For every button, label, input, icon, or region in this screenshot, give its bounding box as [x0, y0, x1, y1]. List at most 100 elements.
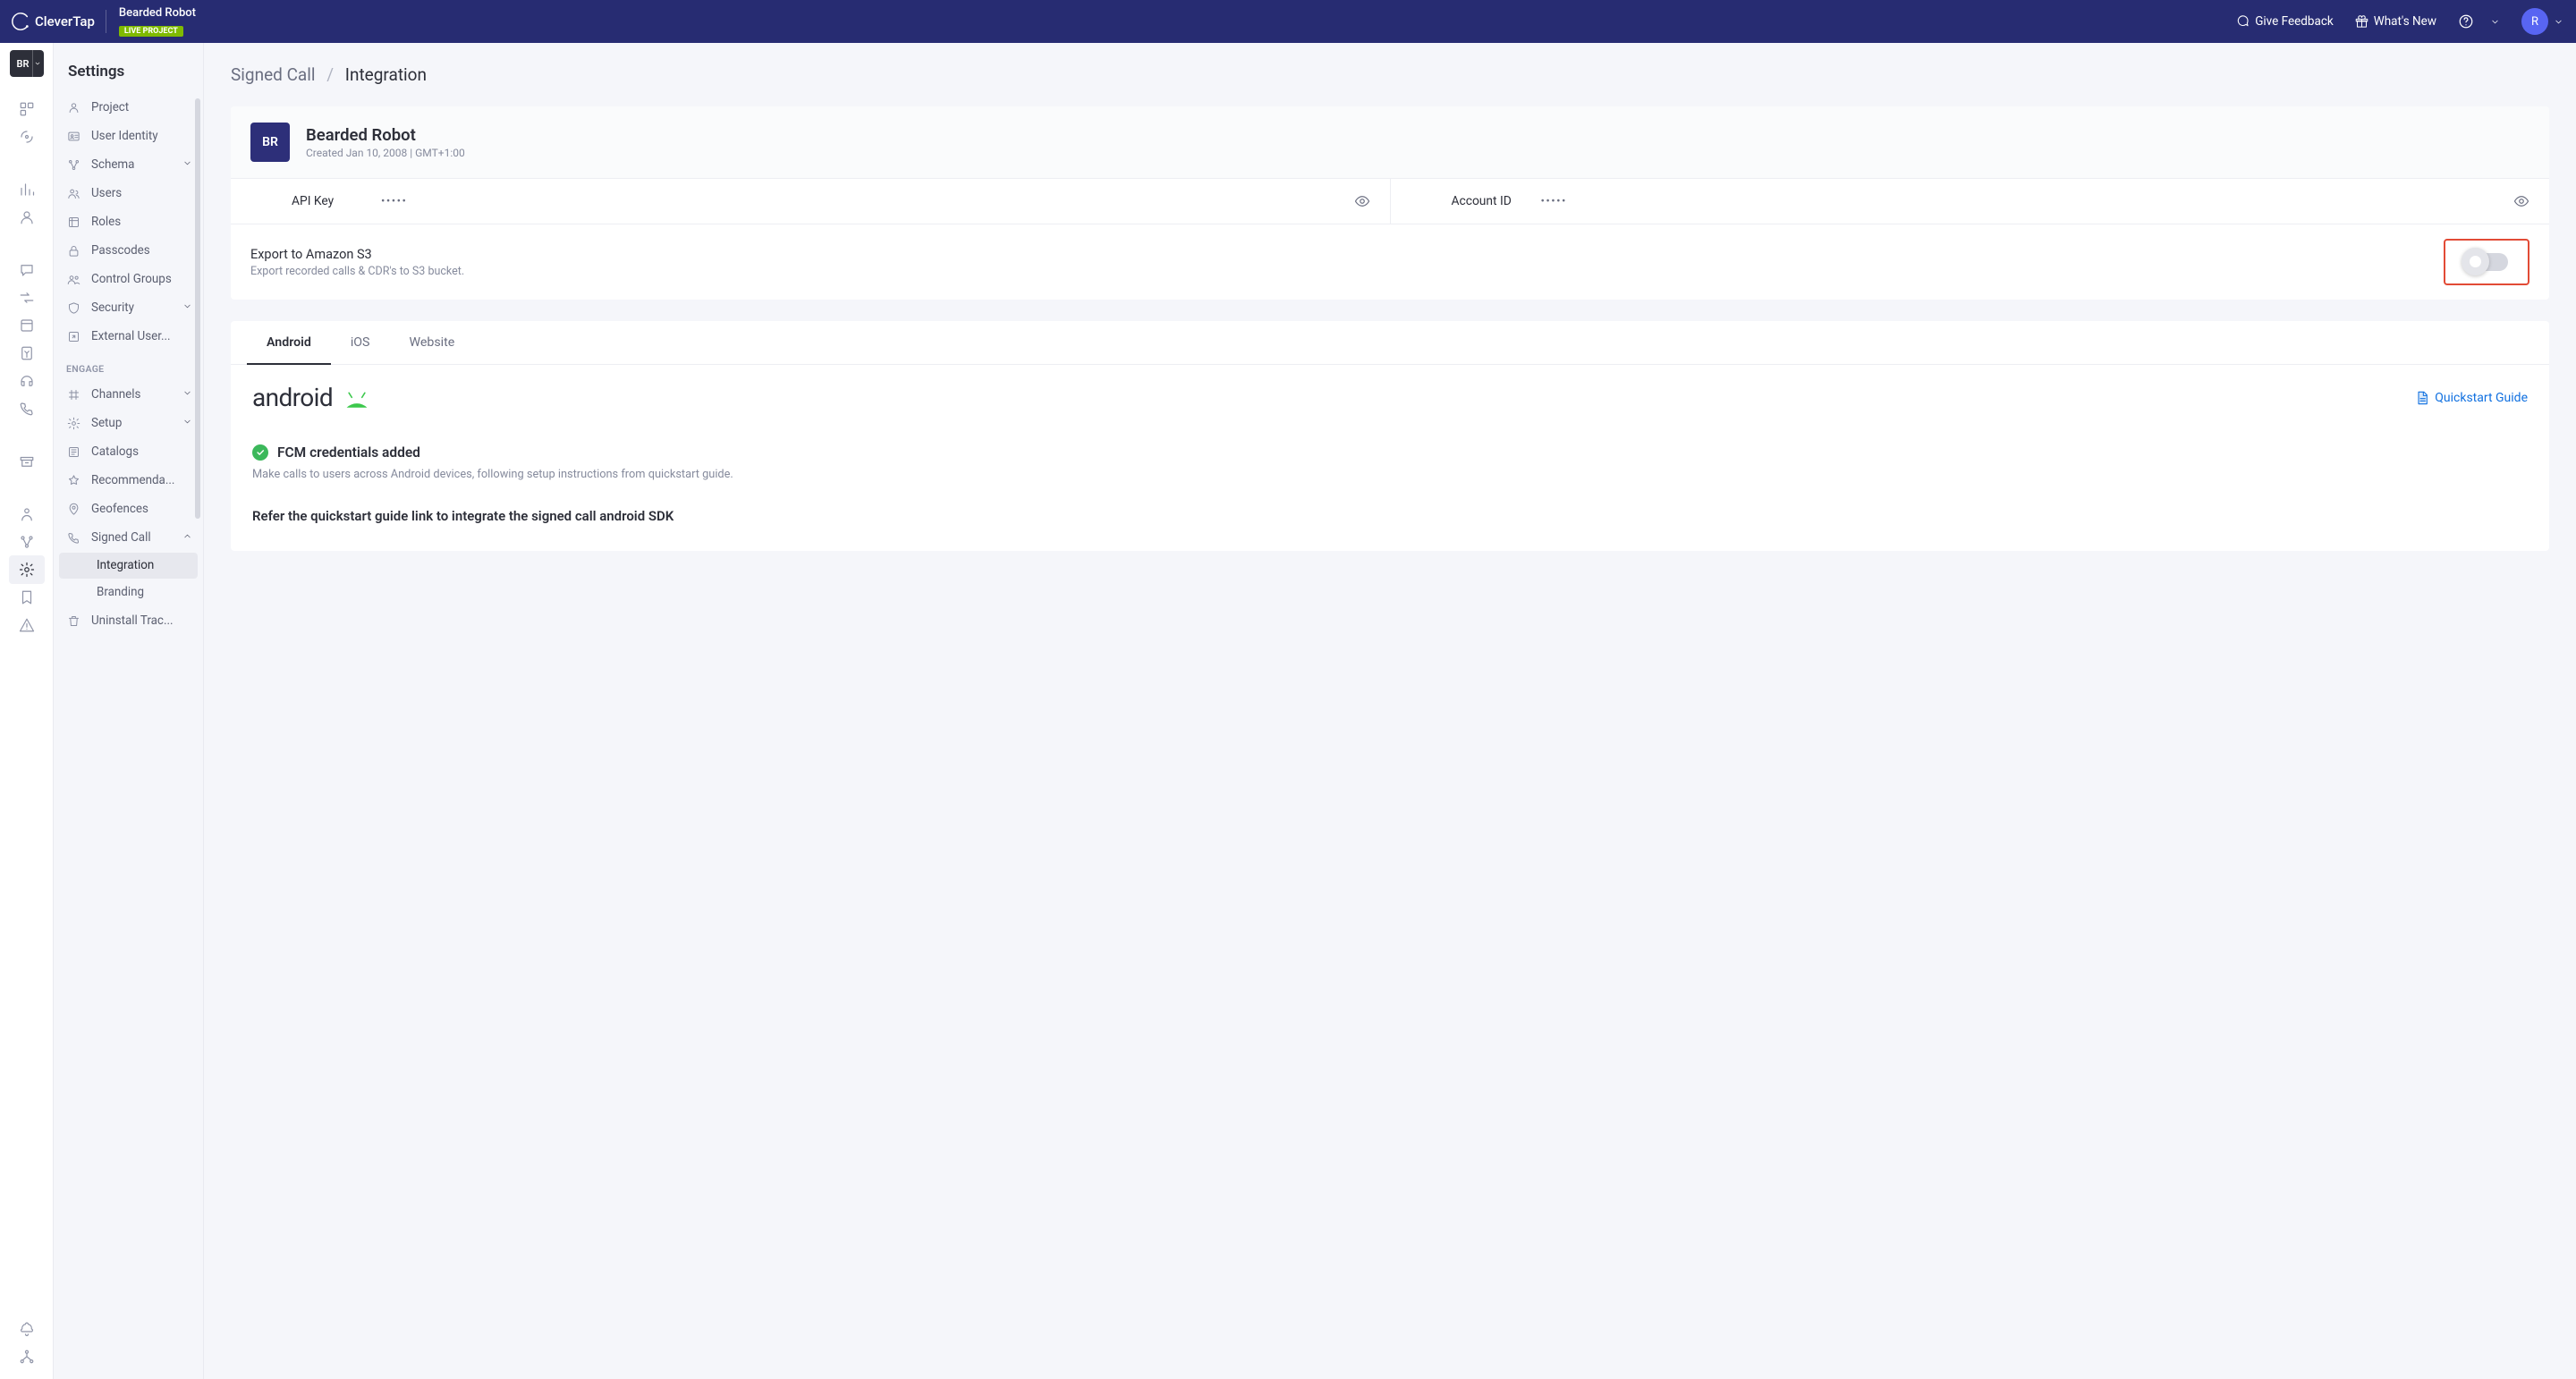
shield-icon — [66, 300, 80, 315]
api-key-label: API Key — [292, 194, 381, 208]
project-avatar: BR — [250, 123, 290, 162]
sidebar-item-uninstall[interactable]: Uninstall Trac... — [54, 606, 203, 635]
sidebar-section-engage: ENGAGE — [54, 351, 203, 380]
rail-campaigns-icon[interactable] — [9, 123, 45, 151]
help-icon — [2458, 13, 2474, 30]
quickstart-guide-link[interactable]: Quickstart Guide — [2415, 391, 2528, 405]
chevron-down-icon — [182, 388, 192, 402]
sidebar-scrollbar[interactable] — [195, 98, 200, 519]
rail-inapp-icon[interactable] — [9, 311, 45, 340]
sidebar-item-geofences[interactable]: Geofences — [54, 495, 203, 523]
rail-user-icon[interactable] — [9, 203, 45, 232]
rail-person-icon[interactable] — [9, 500, 45, 529]
chevron-down-icon — [2554, 17, 2563, 27]
sidebar-title: Settings — [54, 43, 203, 93]
project-switcher-label: BR — [17, 58, 30, 70]
sidebar-item-roles[interactable]: Roles — [54, 207, 203, 236]
export-title: Export to Amazon S3 — [250, 247, 464, 262]
sidebar-item-passcodes[interactable]: Passcodes — [54, 236, 203, 265]
rail-phone-icon[interactable] — [9, 394, 45, 423]
sidebar-subitem-branding[interactable]: Branding — [59, 580, 198, 605]
rail-journeys-icon[interactable] — [9, 283, 45, 312]
project-title: Bearded Robot — [306, 125, 465, 145]
geofence-icon — [66, 502, 80, 516]
quickstart-label: Quickstart Guide — [2435, 391, 2528, 405]
fcm-status-title: FCM credentials added — [277, 444, 420, 461]
platform-tabs-card: Android iOS Website android Quickstart — [231, 321, 2549, 551]
sidebar-item-catalogs[interactable]: Catalogs — [54, 437, 203, 466]
sidebar-item-control-groups[interactable]: Control Groups — [54, 265, 203, 293]
project-header: BR Bearded Robot Created Jan 10, 2008 | … — [231, 106, 2549, 179]
rail-alert-icon[interactable] — [9, 611, 45, 639]
help-dropdown-button[interactable] — [2490, 17, 2500, 27]
chevron-down-icon — [182, 417, 192, 430]
chevron-up-icon — [182, 531, 192, 545]
breadcrumb-parent[interactable]: Signed Call — [231, 64, 316, 85]
rail-support-icon[interactable] — [9, 367, 45, 395]
fcm-status-subtitle: Make calls to users across Android devic… — [252, 468, 2528, 481]
sidebar-subitem-integration[interactable]: Integration — [59, 553, 198, 579]
logo-icon — [11, 12, 30, 31]
sidebar-item-channels[interactable]: Channels — [54, 380, 203, 409]
account-id-value: ••••• — [1541, 195, 1567, 208]
project-status-badge: LIVE PROJECT — [119, 26, 183, 37]
project-switcher[interactable]: BR — [10, 50, 44, 77]
avatar[interactable]: R — [2521, 8, 2548, 35]
sidebar-item-label: Control Groups — [91, 273, 172, 286]
help-button[interactable] — [2447, 13, 2485, 30]
chevron-down-icon — [182, 301, 192, 315]
rail-bell-icon[interactable] — [9, 1315, 45, 1343]
sidebar-item-label: Roles — [91, 216, 121, 229]
whats-new-label: What's New — [2374, 14, 2436, 29]
project-selector[interactable]: Bearded Robot LIVE PROJECT — [110, 6, 196, 38]
rail-segments-icon[interactable] — [9, 95, 45, 123]
breadcrumb-separator: / — [326, 64, 334, 85]
rail-message-icon[interactable] — [9, 256, 45, 284]
tab-ios[interactable]: iOS — [331, 321, 390, 364]
sidebar-item-external-user[interactable]: External User... — [54, 322, 203, 351]
check-circle-icon — [252, 444, 268, 461]
tab-website[interactable]: Website — [389, 321, 474, 364]
sidebar-item-setup[interactable]: Setup — [54, 409, 203, 437]
external-icon — [66, 329, 80, 343]
left-icon-rail: BR — [0, 43, 54, 1379]
user-icon — [66, 100, 80, 114]
breadcrumb: Signed Call / Integration — [204, 43, 2576, 106]
sidebar-item-schema[interactable]: Schema — [54, 150, 203, 179]
rail-tree-icon[interactable] — [9, 528, 45, 556]
sidebar-item-project[interactable]: Project — [54, 93, 203, 122]
rail-analytics-icon[interactable] — [9, 175, 45, 204]
user-menu-button[interactable] — [2554, 17, 2563, 27]
sidebar-item-users[interactable]: Users — [54, 179, 203, 207]
sidebar-item-label: User Identity — [91, 130, 158, 143]
project-subtitle: Created Jan 10, 2008 | GMT+1:00 — [306, 147, 465, 159]
roles-icon — [66, 215, 80, 229]
project-name: Bearded Robot — [119, 6, 196, 21]
give-feedback-link[interactable]: Give Feedback — [2224, 14, 2344, 29]
export-s3-toggle[interactable] — [2465, 253, 2508, 271]
sidebar-item-user-identity[interactable]: User Identity — [54, 122, 203, 150]
tab-android[interactable]: Android — [247, 321, 331, 364]
rail-archive-icon[interactable] — [9, 447, 45, 476]
sidebar-item-label: Geofences — [91, 503, 148, 516]
chat-icon — [2235, 14, 2250, 29]
document-icon — [2415, 391, 2429, 405]
eye-icon — [2513, 193, 2529, 209]
credentials-row: API Key ••••• Account ID ••••• — [231, 179, 2549, 224]
reveal-account-id-button[interactable] — [2513, 193, 2529, 209]
sidebar-item-recommendations[interactable]: Recommenda... — [54, 466, 203, 495]
brand-logo[interactable]: CleverTap — [0, 12, 106, 31]
reveal-api-key-button[interactable] — [1354, 193, 1370, 209]
sidebar-item-label: Uninstall Trac... — [91, 614, 174, 628]
rail-org-icon[interactable] — [9, 1342, 45, 1371]
settings-sidebar: Settings Project User Identity Schema Us… — [54, 43, 204, 1379]
whats-new-link[interactable]: What's New — [2344, 14, 2447, 29]
rail-bookmark-icon[interactable] — [9, 583, 45, 612]
lock-icon — [66, 243, 80, 258]
users-icon — [66, 186, 80, 200]
sidebar-item-signed-call[interactable]: Signed Call — [54, 523, 203, 552]
rail-push-icon[interactable] — [9, 339, 45, 368]
rail-settings-icon[interactable] — [9, 555, 45, 584]
export-s3-row: Export to Amazon S3 Export recorded call… — [231, 224, 2549, 300]
sidebar-item-security[interactable]: Security — [54, 293, 203, 322]
